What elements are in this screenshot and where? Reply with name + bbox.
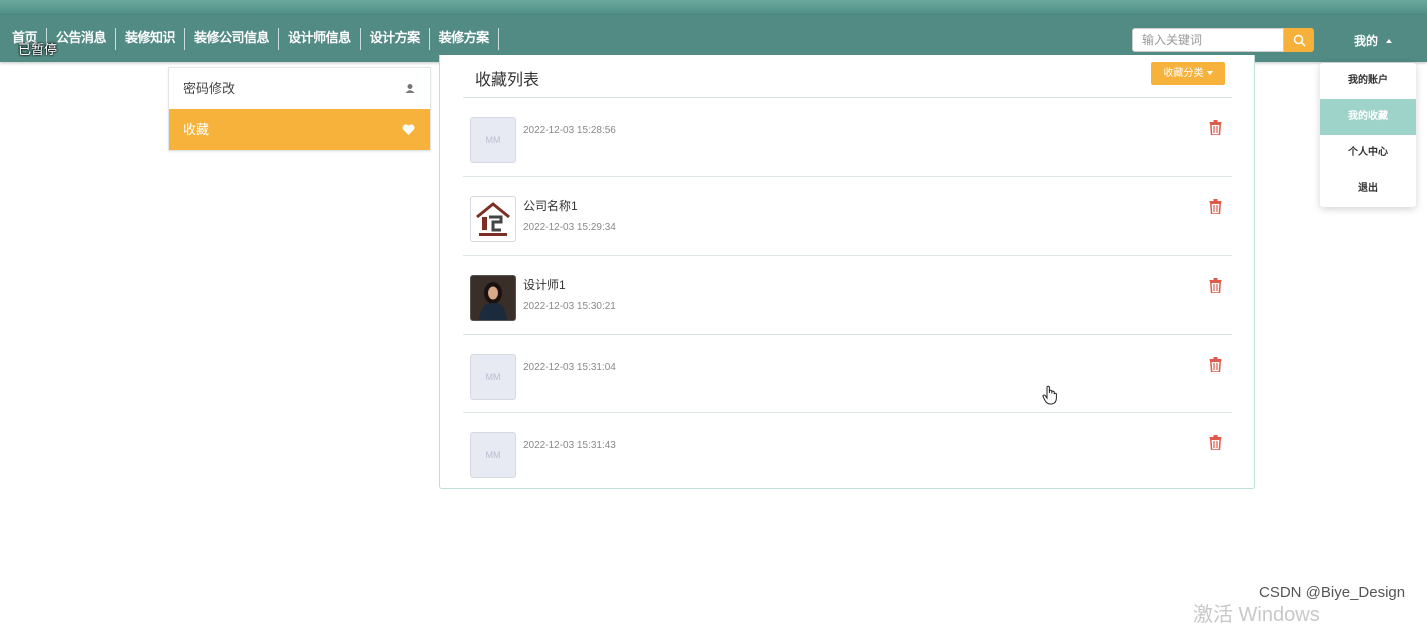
favorites-category-button[interactable]: 收藏分类 xyxy=(1151,62,1225,85)
designer-photo-thumbnail[interactable] xyxy=(470,275,516,321)
sidebar-item-change-password[interactable]: 密码修改 xyxy=(169,68,430,109)
hand-cursor-icon xyxy=(1042,385,1058,410)
list-item[interactable]: 设计师1 2022-12-03 15:30:21 xyxy=(463,255,1232,334)
favorite-time: 2022-12-03 15:29:34 xyxy=(523,222,616,233)
user-dropdown-menu: 我的账户 我的收藏 个人中心 退出 xyxy=(1320,63,1416,207)
placeholder-thumbnail[interactable]: MM xyxy=(470,432,516,478)
nav-announcements[interactable]: 公告消息 xyxy=(47,27,117,50)
placeholder-thumbnail[interactable]: MM xyxy=(470,117,516,163)
favorite-time: 2022-12-03 15:31:43 xyxy=(523,440,616,451)
favorites-panel: 收藏列表 收藏分类 MM 2022-12-03 15:28:56 公司名称1 2… xyxy=(439,55,1255,489)
favorite-time: 2022-12-03 15:28:56 xyxy=(523,125,616,136)
menu-my-account[interactable]: 我的账户 xyxy=(1320,63,1416,99)
windows-activation-watermark: 激活 Windows xyxy=(1193,604,1320,626)
category-button-label: 收藏分类 xyxy=(1163,68,1204,79)
menu-my-favorites[interactable]: 我的收藏 xyxy=(1320,99,1416,135)
person-photo-icon xyxy=(471,276,515,320)
paused-overlay-text: 已暂停 xyxy=(18,42,58,57)
sidebar-item-favorites[interactable]: 收藏 xyxy=(169,109,430,150)
favorites-list: MM 2022-12-03 15:28:56 公司名称1 2022-12-03 … xyxy=(463,97,1232,491)
delete-trash-icon[interactable] xyxy=(1209,435,1222,455)
list-item[interactable]: 公司名称1 2022-12-03 15:29:34 xyxy=(463,176,1232,255)
search-icon xyxy=(1293,34,1306,47)
company-logo-thumbnail[interactable] xyxy=(470,196,516,242)
nav-designer-info[interactable]: 设计师信息 xyxy=(279,27,361,50)
nav-company-info[interactable]: 装修公司信息 xyxy=(185,27,280,50)
search-button[interactable] xyxy=(1284,28,1314,52)
caret-down-icon xyxy=(1206,71,1213,75)
page-title: 收藏列表 xyxy=(475,72,540,89)
list-item[interactable]: MM 2022-12-03 15:31:43 xyxy=(463,412,1232,491)
favorite-name[interactable]: 设计师1 xyxy=(523,276,566,293)
nav-decoration-knowledge[interactable]: 装修知识 xyxy=(116,27,186,50)
top-strip xyxy=(0,0,1427,15)
search-input[interactable]: 输入关键词 xyxy=(1132,28,1284,52)
favorite-time: 2022-12-03 15:31:04 xyxy=(523,362,616,373)
delete-trash-icon[interactable] xyxy=(1209,278,1222,298)
nav-decoration-plans[interactable]: 装修方案 xyxy=(430,27,499,50)
sidebar-item-label: 收藏 xyxy=(183,122,210,137)
house-logo-icon xyxy=(476,202,510,236)
delete-trash-icon[interactable] xyxy=(1209,120,1222,140)
menu-logout[interactable]: 退出 xyxy=(1320,171,1416,207)
list-item[interactable]: MM 2022-12-03 15:31:04 xyxy=(463,334,1232,412)
nav-design-plans[interactable]: 设计方案 xyxy=(361,27,430,50)
delete-trash-icon[interactable] xyxy=(1209,357,1222,377)
caret-up-icon xyxy=(1386,39,1393,43)
sidebar-item-label: 密码修改 xyxy=(183,81,236,96)
user-menu-toggle[interactable]: 我的 xyxy=(1354,33,1393,49)
placeholder-thumbnail[interactable]: MM xyxy=(470,354,516,400)
favorite-name[interactable]: 公司名称1 xyxy=(523,197,578,214)
favorite-time: 2022-12-03 15:30:21 xyxy=(523,301,616,312)
delete-trash-icon[interactable] xyxy=(1209,199,1222,219)
menu-personal-center[interactable]: 个人中心 xyxy=(1320,135,1416,171)
main-nav: 首页 公告消息 装修知识 装修公司信息 设计师信息 设计方案 装修方案 xyxy=(0,15,499,62)
user-menu-label: 我的 xyxy=(1354,34,1379,48)
list-item[interactable]: MM 2022-12-03 15:28:56 xyxy=(463,97,1232,176)
sidebar: 密码修改 收藏 xyxy=(168,67,431,151)
heart-icon xyxy=(402,109,415,166)
